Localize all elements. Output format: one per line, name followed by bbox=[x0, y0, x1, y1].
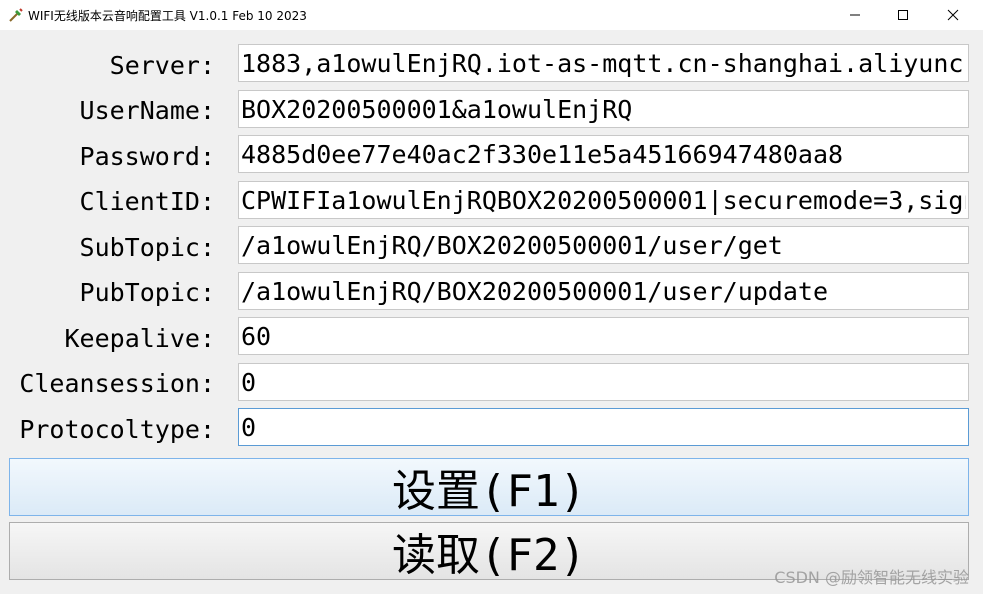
minimize-icon bbox=[850, 14, 860, 16]
server-label: Server: bbox=[109, 51, 215, 80]
wrench-icon bbox=[9, 8, 23, 22]
close-icon bbox=[947, 9, 959, 21]
username-input[interactable] bbox=[238, 90, 969, 128]
server-input[interactable] bbox=[238, 44, 969, 82]
protocoltype-input[interactable] bbox=[238, 408, 969, 446]
subtopic-label: SubTopic: bbox=[79, 233, 215, 262]
protocoltype-label: Protocoltype: bbox=[19, 415, 215, 444]
cleansession-input[interactable] bbox=[238, 363, 969, 401]
pubtopic-label: PubTopic: bbox=[79, 278, 215, 307]
minimize-button[interactable] bbox=[832, 0, 878, 30]
keepalive-label: Keepalive: bbox=[64, 324, 215, 353]
title-bar[interactable]: WIFI无线版本云音响配置工具 V1.0.1 Feb 10 2023 bbox=[0, 0, 983, 30]
keepalive-input[interactable] bbox=[238, 317, 969, 355]
clientid-input[interactable] bbox=[238, 181, 969, 219]
password-label: Password: bbox=[79, 142, 215, 171]
subtopic-input[interactable] bbox=[238, 226, 969, 264]
maximize-button[interactable] bbox=[880, 0, 926, 30]
cleansession-label: Cleansession: bbox=[19, 369, 215, 398]
pubtopic-input[interactable] bbox=[238, 272, 969, 310]
window-title: WIFI无线版本云音响配置工具 V1.0.1 Feb 10 2023 bbox=[28, 9, 307, 23]
username-label: UserName: bbox=[79, 96, 215, 125]
clientid-label: ClientID: bbox=[79, 187, 215, 216]
password-input[interactable] bbox=[238, 135, 969, 173]
close-button[interactable] bbox=[930, 0, 976, 30]
set-button[interactable]: 设置(F1) bbox=[9, 458, 969, 517]
watermark-text: CSDN @励领智能无线实验 bbox=[774, 568, 969, 587]
maximize-icon bbox=[898, 10, 908, 20]
config-form: Server: UserName: Password: ClientID: Su… bbox=[0, 30, 983, 594]
